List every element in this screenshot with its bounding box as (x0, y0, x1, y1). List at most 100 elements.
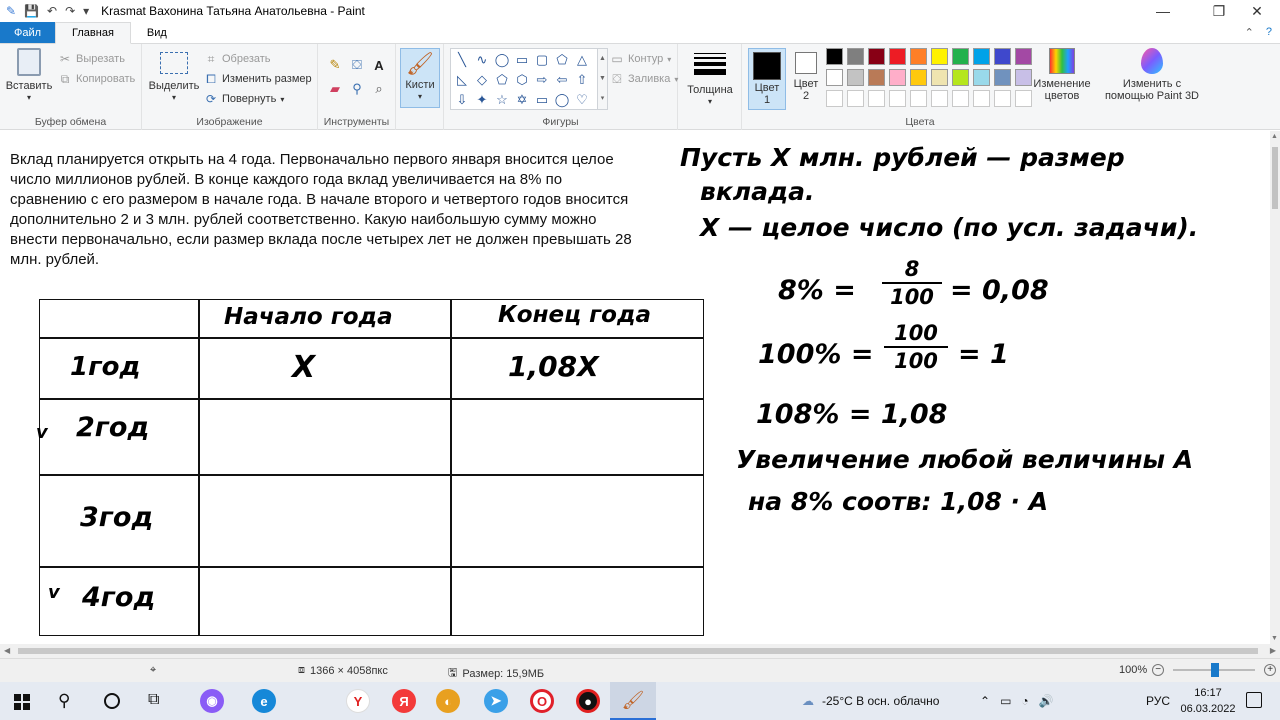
save-icon[interactable]: 💾 (24, 4, 39, 18)
palette-color-swatch[interactable] (847, 48, 864, 65)
language-indicator[interactable]: РУС (1146, 682, 1170, 720)
vertical-scrollbar[interactable]: ▲ ▼ (1270, 131, 1280, 644)
crop-button[interactable]: ⌗ Обрезать (204, 52, 271, 66)
palette-color-swatch[interactable] (952, 69, 969, 86)
palette-color-swatch[interactable] (952, 48, 969, 65)
paint3d-button[interactable]: Изменить с помощью Paint 3D (1104, 48, 1200, 102)
paint-taskbar-icon[interactable]: 🖌 (610, 682, 656, 720)
resize-button[interactable]: ⧠ Изменить размер (204, 72, 311, 86)
close-button[interactable]: ✕ (1234, 0, 1280, 22)
network-icon[interactable]: ▭ (1000, 694, 1011, 708)
five-point-star-shape-icon[interactable]: ☆ (493, 91, 511, 109)
palette-color-swatch[interactable] (931, 69, 948, 86)
triangle-shape-icon[interactable]: △ (573, 51, 591, 69)
tray-expand-icon[interactable]: ⌃ (980, 694, 990, 708)
scroll-left-icon[interactable]: ◀ (4, 646, 10, 655)
windows-start-icon[interactable] (14, 694, 30, 710)
cut-button[interactable]: ✂ Вырезать (58, 52, 125, 66)
oval-shape-icon[interactable]: ◯ (493, 51, 511, 69)
custom-color-slot[interactable] (1015, 90, 1032, 107)
weather-widget[interactable]: ☁ -25°C В осн. облачно (802, 682, 939, 720)
text-tool-icon[interactable]: A (370, 56, 388, 74)
callout-oval-shape-icon[interactable]: ◯ (553, 91, 571, 109)
redo-icon[interactable]: ↷ (65, 4, 75, 18)
clock[interactable]: 16:17 06.03.2022 (1180, 685, 1236, 717)
opera-icon[interactable]: O (530, 689, 554, 713)
copy-button[interactable]: ⧉ Копировать (58, 72, 136, 86)
color2-button[interactable]: Цвет 2 (788, 52, 824, 102)
palette-color-swatch[interactable] (910, 69, 927, 86)
outline-button[interactable]: ▭ Контур ▾ (610, 52, 671, 66)
arrow-right-shape-icon[interactable]: ⇨ (533, 71, 551, 89)
telegram-icon[interactable]: ➤ (484, 689, 508, 713)
palette-color-swatch[interactable] (973, 69, 990, 86)
wifi-icon[interactable]: ◔ (1021, 694, 1028, 708)
size-button[interactable]: Толщина ▾ (684, 50, 736, 108)
palette-color-swatch[interactable] (1015, 69, 1032, 86)
fill-bucket-icon[interactable]: ⛋ (348, 56, 366, 74)
select-button[interactable]: Выделить ▾ (148, 52, 200, 104)
paste-button[interactable]: Вставить ▾ (6, 48, 52, 104)
scroll-up-icon[interactable]: ▲ (1271, 133, 1278, 140)
canvas-area[interactable]: Вклад планируется открыть на 4 года. Пер… (0, 131, 1270, 644)
custom-color-slot[interactable] (826, 90, 843, 107)
customize-qa-icon[interactable]: ▾ (83, 4, 89, 18)
volume-icon[interactable]: 🔊 (1039, 694, 1054, 708)
palette-color-swatch[interactable] (868, 69, 885, 86)
color1-button[interactable]: Цвет 1 (748, 48, 786, 110)
eraser-icon[interactable]: ▰ (326, 80, 344, 98)
rectangle-shape-icon[interactable]: ▭ (513, 51, 531, 69)
recorder-icon[interactable]: ● (576, 689, 600, 713)
color-picker-icon[interactable]: ⚲ (348, 80, 366, 98)
palette-color-swatch[interactable] (994, 69, 1011, 86)
magnifier-icon[interactable]: ⌕ (370, 80, 388, 98)
edit-colors-button[interactable]: Изменение цветов (1032, 48, 1092, 102)
custom-color-slot[interactable] (868, 90, 885, 107)
zoom-out-icon[interactable]: − (1152, 664, 1165, 676)
arrow-down-shape-icon[interactable]: ⇩ (453, 91, 471, 109)
palette-color-swatch[interactable] (973, 48, 990, 65)
rotate-button[interactable]: ⟳ Повернуть ▾ (204, 92, 284, 106)
tab-file[interactable]: Файл (0, 22, 56, 43)
vertical-scroll-thumb[interactable] (1272, 147, 1278, 209)
brushes-button[interactable]: 🖌 Кисти ▾ (400, 48, 440, 108)
yandex-browser-icon[interactable]: Y (346, 689, 370, 713)
help-icon[interactable]: ? (1266, 26, 1272, 39)
custom-color-slot[interactable] (952, 90, 969, 107)
diamond-shape-icon[interactable]: ◇ (473, 71, 491, 89)
four-point-star-shape-icon[interactable]: ✦ (473, 91, 491, 109)
palette-color-swatch[interactable] (889, 48, 906, 65)
line-shape-icon[interactable]: ╲ (453, 51, 471, 69)
palette-color-swatch[interactable] (826, 69, 843, 86)
rounded-rectangle-shape-icon[interactable]: ▢ (533, 51, 551, 69)
right-triangle-shape-icon[interactable]: ◺ (453, 71, 471, 89)
palette-color-swatch[interactable] (868, 48, 885, 65)
arrow-left-shape-icon[interactable]: ⇦ (553, 71, 571, 89)
scroll-right-icon[interactable]: ▶ (1270, 646, 1276, 655)
palette-color-swatch[interactable] (1015, 48, 1032, 65)
callout-rect-shape-icon[interactable]: ▭ (533, 91, 551, 109)
notifications-icon[interactable] (1246, 692, 1262, 708)
zoom-slider-thumb[interactable] (1211, 663, 1220, 677)
heart-shape-icon[interactable]: ♡ (573, 91, 591, 109)
polygon-shape-icon[interactable]: ⬠ (553, 51, 571, 69)
palette-color-swatch[interactable] (994, 48, 1011, 65)
tab-home[interactable]: Главная (55, 22, 131, 44)
custom-color-slot[interactable] (994, 90, 1011, 107)
edge-icon[interactable]: e (252, 689, 276, 713)
pencil-icon[interactable]: ✎ (326, 56, 344, 74)
palette-color-swatch[interactable] (826, 48, 843, 65)
palette-color-swatch[interactable] (889, 69, 906, 86)
yandex-icon[interactable]: Я (392, 689, 416, 713)
custom-color-slot[interactable] (847, 90, 864, 107)
fill-button[interactable]: ⛋ Заливка ▾ (610, 72, 678, 86)
scroll-down-icon[interactable]: ▼ (1271, 635, 1278, 642)
app-icon-purple[interactable]: ◉ (200, 689, 224, 713)
zoom-in-icon[interactable]: + (1264, 664, 1277, 676)
hexagon-shape-icon[interactable]: ⬡ (513, 71, 531, 89)
arrow-up-shape-icon[interactable]: ⇧ (573, 71, 591, 89)
palette-color-swatch[interactable] (910, 48, 927, 65)
collapse-ribbon-icon[interactable]: ⌃ (1245, 26, 1254, 39)
palette-color-swatch[interactable] (847, 69, 864, 86)
cortana-icon[interactable] (104, 693, 120, 709)
